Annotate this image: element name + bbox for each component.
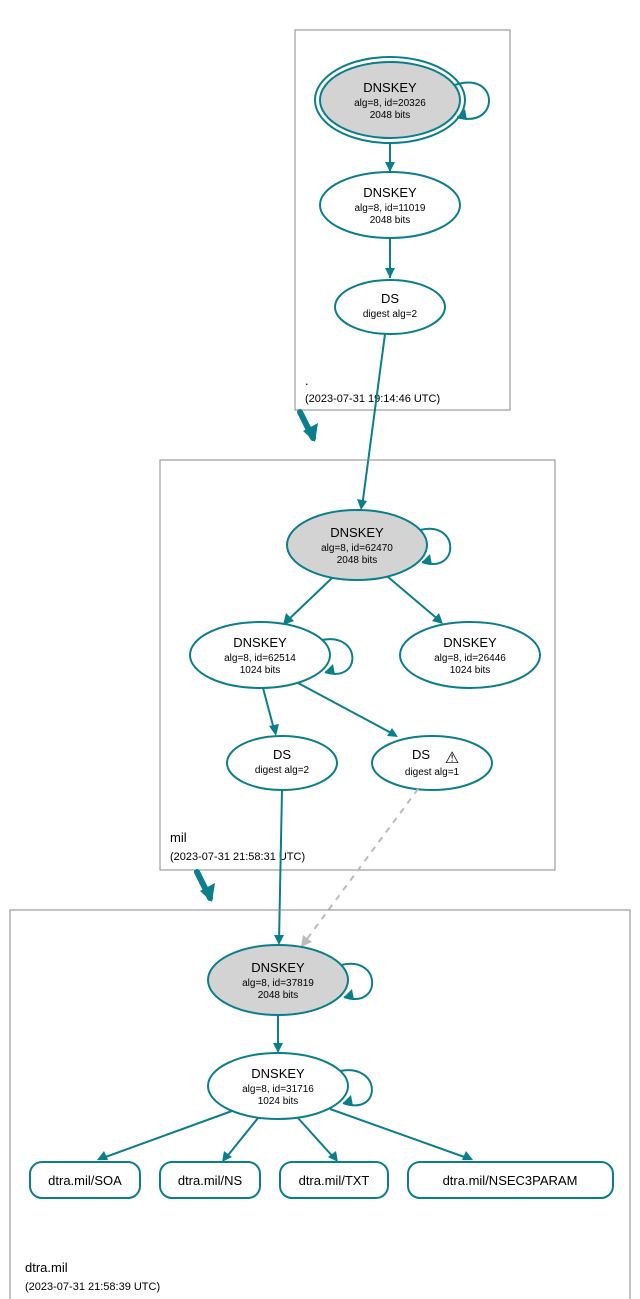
svg-text:alg=8, id=31716: alg=8, id=31716 [242,1084,314,1095]
svg-text:DS: DS [273,747,291,762]
node-mil-ds2: DS ⚠ digest alg=1 [372,736,492,790]
svg-text:1024 bits: 1024 bits [258,1096,299,1107]
svg-text:2048 bits: 2048 bits [337,555,378,566]
edge-mil-ksk-zsk1 [286,578,332,622]
edge-mil-zsk-ds2 [298,683,395,735]
node-root-zsk: DNSKEY alg=8, id=11019 2048 bits [320,172,460,238]
edge-zsk-nsec3 [330,1109,470,1159]
node-root-ds: DS digest alg=2 [335,280,445,334]
svg-text:DNSKEY: DNSKEY [251,960,305,975]
edge-mil-ds1-dtra-ksk [279,790,282,942]
svg-text:1024 bits: 1024 bits [240,665,281,676]
svg-text:2048 bits: 2048 bits [370,215,411,226]
svg-text:alg=8, id=11019: alg=8, id=11019 [355,203,426,214]
svg-text:alg=8, id=37819: alg=8, id=37819 [242,978,314,989]
edge-zsk-soa [100,1111,232,1159]
svg-text:dtra.mil/SOA: dtra.mil/SOA [48,1173,122,1188]
node-dtra-ksk: DNSKEY alg=8, id=37819 2048 bits [208,945,348,1015]
edge-zsk-ns [225,1118,258,1159]
svg-text:DNSKEY: DNSKEY [363,80,417,95]
svg-text:DNSKEY: DNSKEY [330,525,384,540]
zone-timestamp-dtra: (2023-07-31 21:58:39 UTC) [25,1281,160,1293]
svg-text:dtra.mil/TXT: dtra.mil/TXT [299,1173,370,1188]
edge-root-ds-mil-ksk [362,334,385,507]
node-rr-nsec3: dtra.mil/NSEC3PARAM [408,1162,613,1198]
svg-text:digest alg=2: digest alg=2 [363,309,418,320]
node-rr-soa: dtra.mil/SOA [30,1162,140,1198]
svg-text:alg=8, id=62470: alg=8, id=62470 [321,543,393,554]
svg-text:DNSKEY: DNSKEY [443,635,497,650]
zone-label-mil: mil [170,830,187,845]
edge-mil-ksk-zsk2 [388,577,440,621]
svg-text:digest alg=2: digest alg=2 [255,765,310,776]
svg-text:DNSKEY: DNSKEY [251,1066,305,1081]
svg-text:DS: DS [381,291,399,306]
dnssec-graph: . (2023-07-31 19:14:46 UTC) DNSKEY alg=8… [0,0,640,1299]
node-mil-zsk2: DNSKEY alg=8, id=26446 1024 bits [400,622,540,688]
svg-text:1024 bits: 1024 bits [450,665,491,676]
node-dtra-zsk: DNSKEY alg=8, id=31716 1024 bits [208,1053,348,1119]
svg-text:alg=8, id=20326: alg=8, id=20326 [354,98,426,109]
zone-timestamp-mil: (2023-07-31 21:58:31 UTC) [170,851,305,863]
node-mil-ksk: DNSKEY alg=8, id=62470 2048 bits [287,510,427,580]
node-rr-ns: dtra.mil/NS [160,1162,260,1198]
svg-text:digest alg=1: digest alg=1 [405,767,460,778]
zone-label-dtra: dtra.mil [25,1260,68,1275]
warning-icon: ⚠ [445,750,459,767]
svg-text:dtra.mil/NSEC3PARAM: dtra.mil/NSEC3PARAM [443,1173,578,1188]
node-rr-txt: dtra.mil/TXT [280,1162,388,1198]
edge-zsk-txt [298,1118,335,1159]
edge-mil-ds2-dtra-ksk [304,789,418,943]
node-mil-ds1: DS digest alg=2 [227,736,337,790]
svg-text:2048 bits: 2048 bits [258,990,299,1001]
node-root-ksk: DNSKEY alg=8, id=20326 2048 bits [315,57,465,143]
svg-text:DNSKEY: DNSKEY [233,635,287,650]
node-mil-zsk: DNSKEY alg=8, id=62514 1024 bits [190,622,330,688]
svg-text:DNSKEY: DNSKEY [363,185,417,200]
svg-text:dtra.mil/NS: dtra.mil/NS [178,1173,243,1188]
zone-label-root: . [305,373,309,388]
zone-timestamp-root: (2023-07-31 19:14:46 UTC) [305,393,440,405]
svg-text:alg=8, id=62514: alg=8, id=62514 [224,653,296,664]
svg-text:DS: DS [412,747,430,762]
svg-text:2048 bits: 2048 bits [370,110,411,121]
svg-text:alg=8, id=26446: alg=8, id=26446 [434,653,506,664]
